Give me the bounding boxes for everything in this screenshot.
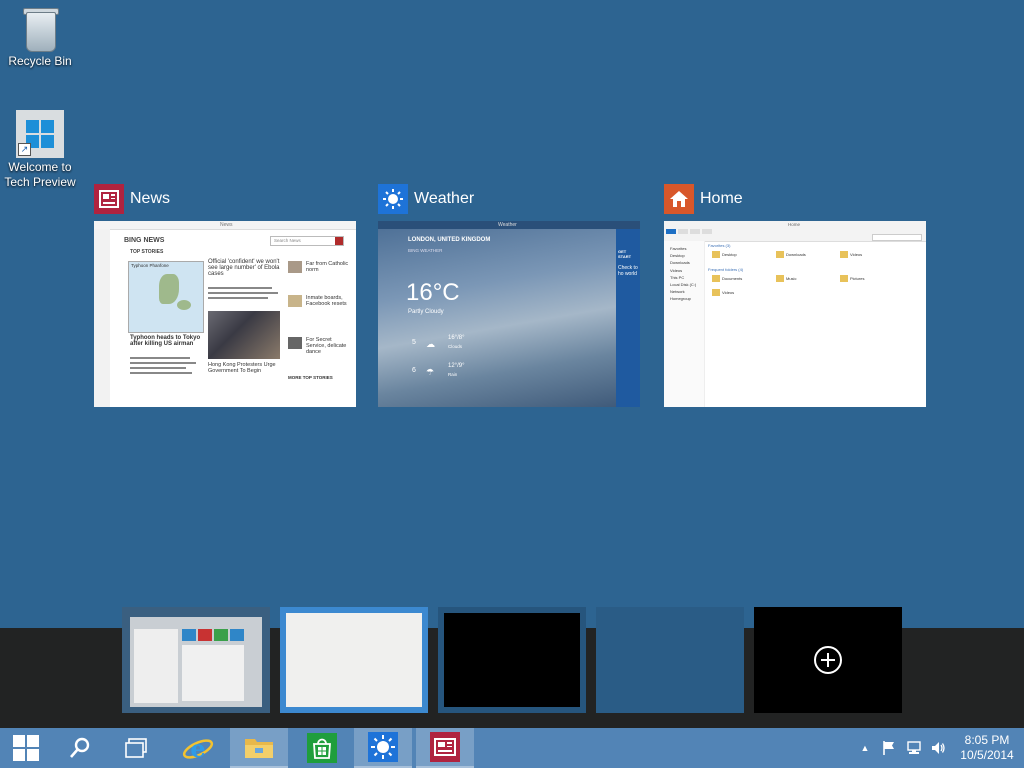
- weather-icon: [368, 732, 398, 762]
- typhoon-map: Typhoon Phanfone: [128, 261, 204, 333]
- cloud-icon: ☁: [426, 339, 435, 349]
- welcome-label-line2: Tech Preview: [4, 175, 76, 189]
- news-icon: [94, 184, 124, 214]
- rain-icon: ☂: [426, 367, 435, 377]
- start-icon: [13, 735, 39, 761]
- news-preview[interactable]: News BING NEWS TOP STORIES Search News T…: [94, 221, 356, 407]
- home-preview[interactable]: Home Favorites Desktop Downloads Videos …: [664, 221, 926, 407]
- favorites-group: Favorites (3): [708, 243, 731, 248]
- home-icon: [664, 184, 694, 214]
- show-hidden-icons-chevron-icon[interactable]: ▲: [854, 743, 876, 753]
- preview-title: Home: [788, 222, 801, 227]
- task-view-window-weather[interactable]: Weather Weather LONDON, UNITED KINGDOM B…: [378, 183, 640, 407]
- clock-date: 10/5/2014: [960, 748, 1014, 762]
- internet-explorer-icon: e: [182, 734, 214, 763]
- side-story-3[interactable]: For Secret Service, delicate dance: [306, 337, 352, 355]
- forecast-day-1-range: 16°/8°: [448, 335, 465, 341]
- shortcut-arrow-icon: ↗: [18, 143, 31, 156]
- taskbar: e ▲ 8:05 PM 10/5/2014: [0, 728, 1024, 768]
- headline-hongkong[interactable]: Hong Kong Protesters Urge Government To …: [208, 362, 280, 374]
- side-story-2[interactable]: Inmate boards, Facebook resets: [306, 295, 352, 307]
- headline-typhoon[interactable]: Typhoon heads to Tokyo after killing US …: [130, 335, 204, 347]
- current-condition: Partly Cloudy: [408, 309, 444, 315]
- forecast-day-2-range: 12°/9°: [448, 363, 465, 369]
- svg-text:e: e: [190, 734, 205, 763]
- weather-preview[interactable]: Weather LONDON, UNITED KINGDOM BING WEAT…: [378, 221, 640, 407]
- action-center-flag-icon[interactable]: [876, 740, 902, 756]
- more-top-stories-link[interactable]: MORE TOP STORIES: [288, 375, 333, 381]
- virtual-desktop-4[interactable]: [596, 607, 744, 713]
- preview-title: Weather: [498, 222, 517, 228]
- store-icon: [307, 733, 337, 763]
- virtual-desktop-2[interactable]: [280, 607, 428, 713]
- volume-icon[interactable]: [926, 740, 950, 756]
- news-button[interactable]: [416, 728, 474, 768]
- window-title: News: [130, 190, 171, 207]
- search-icon: [70, 737, 90, 758]
- weather-button[interactable]: [354, 728, 412, 768]
- new-desktop-button[interactable]: [754, 607, 902, 713]
- search-button[interactable]: [56, 728, 104, 768]
- clock[interactable]: 8:05 PM 10/5/2014: [950, 733, 1024, 763]
- virtual-desktop-3[interactable]: [438, 607, 586, 713]
- weather-location: LONDON, UNITED KINGDOM: [408, 237, 491, 243]
- headline-ebola[interactable]: Official 'confident' we won't see large …: [208, 259, 280, 277]
- task-view-window-home[interactable]: Home Home Favorites Desktop Downloads Vi…: [664, 183, 926, 407]
- forecast-day-1-cond: Clouds: [448, 344, 463, 349]
- start-button[interactable]: [0, 728, 52, 768]
- welcome-tech-preview-shortcut[interactable]: ↗ Welcome to Tech Preview: [0, 110, 80, 190]
- recycle-bin-icon: [16, 4, 64, 52]
- forecast-day-2: 6: [412, 367, 416, 374]
- nav-list: Favorites Desktop Downloads Videos This …: [670, 246, 697, 302]
- task-view-button[interactable]: [112, 728, 160, 768]
- protest-photo: [208, 311, 280, 359]
- plus-icon: [814, 646, 842, 674]
- sun-icon: [378, 184, 408, 214]
- recycle-bin-shortcut[interactable]: Recycle Bin: [0, 4, 80, 69]
- task-view-window-news[interactable]: News News BING NEWS TOP STORIES Search N…: [94, 183, 356, 407]
- network-icon[interactable]: [902, 740, 926, 756]
- preview-title: News: [220, 222, 233, 228]
- internet-explorer-button[interactable]: e: [172, 728, 224, 768]
- current-temperature: 16°C: [406, 279, 460, 306]
- file-explorer-button[interactable]: [230, 728, 288, 768]
- clock-time: 8:05 PM: [964, 733, 1010, 747]
- window-title: Weather: [414, 190, 475, 207]
- virtual-desktop-1[interactable]: [122, 607, 270, 713]
- news-icon: [430, 732, 460, 762]
- weather-brand: BING WEATHER: [408, 248, 443, 253]
- store-button[interactable]: [296, 728, 348, 768]
- system-tray: ▲ 8:05 PM 10/5/2014: [854, 728, 1024, 768]
- news-brand: BING NEWS: [124, 237, 165, 244]
- forecast-day-1: 5: [412, 339, 416, 346]
- frequent-folders-group: Frequent folders (4): [708, 267, 744, 272]
- task-view-icon: [125, 738, 147, 758]
- window-title: Home: [700, 190, 743, 207]
- navigation-pane: Favorites Desktop Downloads Videos This …: [664, 241, 705, 407]
- forecast-day-2-cond: Rain: [448, 372, 458, 377]
- news-search[interactable]: Search News: [270, 236, 344, 246]
- weather-side-panel: GET START Check to ho world: [616, 229, 640, 407]
- news-section: TOP STORIES: [130, 249, 164, 255]
- recycle-bin-label: Recycle Bin: [8, 54, 72, 68]
- welcome-label-line1: Welcome to: [8, 160, 72, 174]
- file-explorer-icon: [245, 739, 273, 758]
- windows-logo-icon: ↗: [16, 110, 64, 158]
- side-story-1[interactable]: Far from Catholic norm: [306, 261, 352, 273]
